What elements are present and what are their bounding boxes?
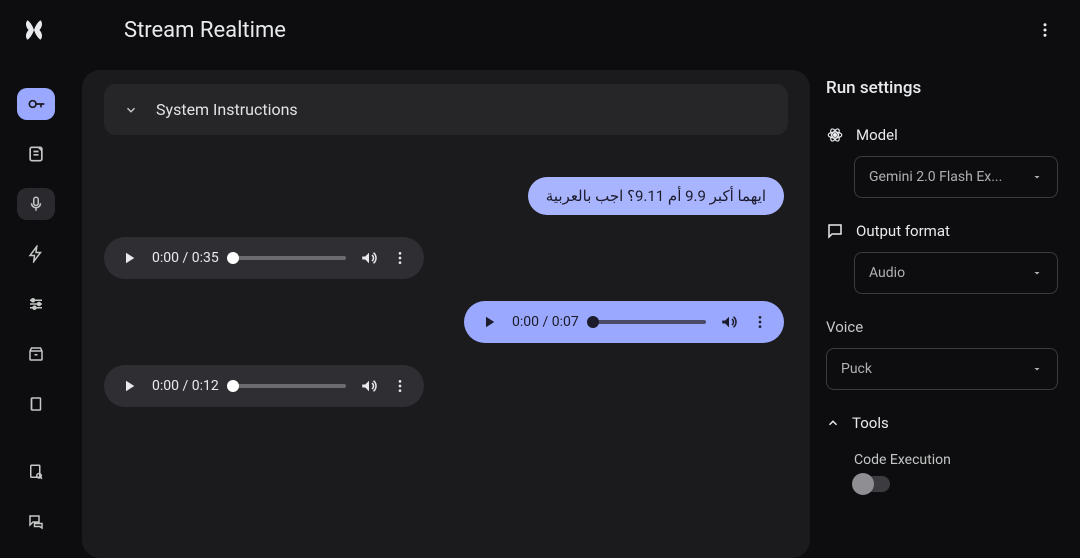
- sidebar-item-book[interactable]: [17, 388, 55, 420]
- assistant-audio-row-1: 0:00 / 0:35: [104, 237, 788, 279]
- model-value: Gemini 2.0 Flash Ex...: [869, 169, 1002, 185]
- volume-icon[interactable]: [720, 313, 738, 331]
- audio-player-3: 0:00 / 0:12: [104, 365, 424, 407]
- sidebar-item-flash[interactable]: [17, 238, 55, 270]
- chevron-down-icon: [1031, 267, 1043, 279]
- audio-time: 0:00 / 0:12: [152, 378, 219, 394]
- play-icon[interactable]: [480, 313, 498, 331]
- voice-select[interactable]: Puck: [826, 348, 1058, 390]
- tools-label: Tools: [852, 414, 889, 432]
- model-label: Model: [856, 126, 898, 144]
- assistant-audio-row-2: 0:00 / 0:12: [104, 365, 788, 407]
- atom-icon: [826, 126, 844, 144]
- audio-more-icon[interactable]: [392, 378, 408, 394]
- chevron-down-icon: [124, 103, 138, 117]
- main-panel: System Instructions ايهما أكبر 9.9 أم 9.…: [72, 60, 820, 558]
- output-format-label-row: Output format: [826, 222, 1058, 240]
- sidebar: [0, 60, 72, 558]
- settings-title: Run settings: [826, 78, 1058, 98]
- audio-time: 0:00 / 0:35: [152, 250, 219, 266]
- top-bar: Stream Realtime: [0, 0, 1080, 60]
- code-execution-toggle[interactable]: [854, 476, 890, 492]
- chevron-down-icon: [1031, 171, 1043, 183]
- app-logo: [20, 16, 48, 44]
- user-text-bubble: ايهما أكبر 9.9 أم 9.11؟ اجب بالعربية: [528, 177, 784, 215]
- output-format-select[interactable]: Audio: [854, 252, 1058, 294]
- model-label-row: Model: [826, 126, 1058, 144]
- chevron-down-icon: [1031, 363, 1043, 375]
- voice-value: Puck: [841, 361, 872, 377]
- page-title: Stream Realtime: [124, 18, 1030, 43]
- sidebar-item-archive[interactable]: [17, 338, 55, 370]
- header-more-icon[interactable]: [1030, 15, 1060, 45]
- volume-icon[interactable]: [360, 249, 378, 267]
- settings-panel: Run settings Model Gemini 2.0 Flash Ex..…: [820, 60, 1080, 558]
- message-icon: [826, 222, 844, 240]
- model-select[interactable]: Gemini 2.0 Flash Ex...: [854, 156, 1058, 198]
- audio-progress[interactable]: [233, 256, 346, 260]
- system-instructions-label: System Instructions: [156, 100, 298, 119]
- volume-icon[interactable]: [360, 377, 378, 395]
- sidebar-item-mic[interactable]: [17, 188, 55, 220]
- sidebar-item-notes[interactable]: [17, 138, 55, 170]
- sidebar-item-key[interactable]: [17, 88, 55, 120]
- body: System Instructions ايهما أكبر 9.9 أم 9.…: [0, 60, 1080, 558]
- output-format-label: Output format: [856, 222, 950, 240]
- voice-label: Voice: [826, 318, 1058, 336]
- audio-more-icon[interactable]: [392, 250, 408, 266]
- chat-panel: System Instructions ايهما أكبر 9.9 أم 9.…: [82, 70, 810, 558]
- play-icon[interactable]: [120, 249, 138, 267]
- audio-player-1: 0:00 / 0:35: [104, 237, 424, 279]
- sidebar-item-search-doc[interactable]: [17, 456, 55, 488]
- audio-more-icon[interactable]: [752, 314, 768, 330]
- user-audio-row: 0:00 / 0:07: [104, 301, 788, 343]
- output-format-value: Audio: [869, 265, 905, 281]
- audio-time: 0:00 / 0:07: [512, 314, 579, 330]
- audio-progress[interactable]: [233, 384, 346, 388]
- sidebar-item-chat[interactable]: [17, 506, 55, 538]
- audio-progress[interactable]: [593, 320, 706, 324]
- audio-player-2: 0:00 / 0:07: [464, 301, 784, 343]
- code-execution-label: Code Execution: [854, 452, 1058, 468]
- sidebar-item-sliders[interactable]: [17, 288, 55, 320]
- play-icon[interactable]: [120, 377, 138, 395]
- user-message-row: ايهما أكبر 9.9 أم 9.11؟ اجب بالعربية: [104, 177, 788, 215]
- chevron-up-icon: [826, 416, 840, 430]
- system-instructions-toggle[interactable]: System Instructions: [104, 84, 788, 135]
- tools-toggle[interactable]: Tools: [826, 414, 1058, 432]
